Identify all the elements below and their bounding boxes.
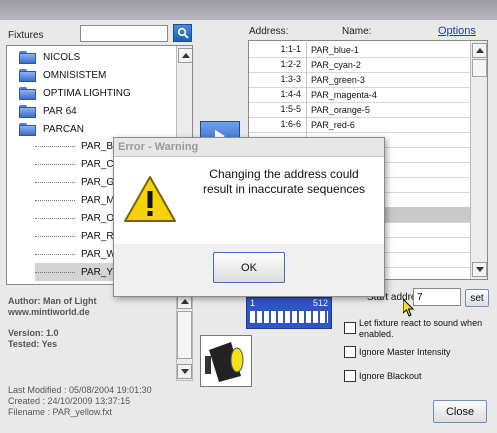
fixtures-label: Fixtures	[8, 30, 44, 41]
chevron-down-icon	[475, 267, 484, 272]
scroll-down-button[interactable]	[472, 262, 487, 277]
set-button[interactable]: set	[465, 289, 489, 307]
tree-item[interactable]: PAR_MA	[35, 191, 125, 209]
folder-icon	[19, 87, 36, 100]
tree-folder-par-64[interactable]: PAR 64	[19, 103, 77, 120]
search-icon	[177, 27, 189, 39]
modified-text: Last Modified : 05/08/2004 19:01:30	[8, 385, 152, 395]
options-link[interactable]: Options	[438, 25, 476, 37]
scroll-up-button[interactable]	[472, 43, 487, 58]
address-row[interactable]: 1:4-4 PAR_magenta-4	[249, 87, 470, 103]
folder-icon	[19, 105, 36, 118]
folder-open-icon	[19, 123, 36, 136]
scroll-down-button[interactable]	[177, 364, 192, 379]
start-address-input[interactable]	[413, 288, 461, 306]
scroll-up-button[interactable]	[178, 48, 192, 63]
tree-item[interactable]: PAR_RE	[35, 227, 125, 245]
dialog-body: Changing the address could result in ina…	[114, 157, 384, 244]
chevron-down-icon	[180, 369, 189, 374]
warning-icon	[124, 176, 176, 222]
scroll-thumb[interactable]	[472, 59, 487, 77]
tree-item[interactable]: PAR_BL	[35, 137, 125, 155]
dialog-message: Changing the address could result in ina…	[202, 167, 366, 196]
dmx-start-label: 1	[250, 298, 256, 308]
tree-item[interactable]: PAR_CY	[35, 155, 125, 173]
author-text: Author: Man of Light	[8, 296, 97, 306]
tree-item[interactable]: PAR_WH	[35, 245, 125, 263]
address-row[interactable]: 1:1-1 PAR_blue-1	[249, 42, 470, 58]
filename-text: Filename : PAR_yellow.fxt	[8, 407, 112, 417]
par-can-icon	[205, 342, 244, 382]
tree-folder-label: OPTIMA LIGHTING	[43, 88, 131, 99]
tree-folder-nicols[interactable]: NICOLS	[19, 49, 80, 66]
ignore-blackout-checkbox[interactable]	[344, 370, 356, 382]
ok-button[interactable]: OK	[213, 252, 285, 283]
fixture-info: Author: Man of Light www.mintiworld.de V…	[8, 296, 96, 350]
fixture-preview	[200, 335, 252, 387]
address-row[interactable]: 1:3-3 PAR_green-3	[249, 72, 470, 88]
tree-folder-label: NICOLS	[43, 52, 81, 63]
website-text: www.mintiworld.de	[8, 307, 90, 317]
tree-folder-parcan[interactable]: PARCAN	[19, 121, 84, 138]
version-text: Version: 1.0	[8, 328, 59, 338]
folder-icon	[19, 69, 36, 82]
tree-folder-optima-lighting[interactable]: OPTIMA LIGHTING	[19, 85, 131, 102]
address-label: Address:	[249, 26, 289, 37]
ignore-master-checkbox[interactable]	[344, 346, 356, 358]
info-scrollbar[interactable]	[176, 292, 193, 381]
address-row[interactable]: 1:2-2 PAR_cyan-2	[249, 57, 470, 73]
tree-folder-label: OMNISISTEM	[43, 70, 107, 81]
tree-folder-label: PARCAN	[43, 124, 84, 135]
tree-item[interactable]: PAR_GR	[35, 173, 125, 191]
dmx-channel-bar[interactable]: 1 512	[246, 297, 332, 329]
address-row[interactable]: 1:5-5 PAR_orange-5	[249, 102, 470, 118]
ignore-blackout-label: Ignore Blackout	[359, 371, 422, 381]
chevron-up-icon	[181, 53, 190, 58]
warning-dialog: Error - Warning Changing the address cou…	[113, 137, 385, 297]
dialog-title: Error - Warning	[118, 141, 199, 153]
close-button[interactable]: Close	[433, 400, 487, 423]
sound-react-label: Let fixture react to sound when enabled.	[359, 318, 483, 339]
sound-react-checkbox[interactable]	[344, 322, 356, 334]
tree-folder-label: PAR 64	[43, 106, 77, 117]
tree-item[interactable]: PAR_OR	[35, 209, 125, 227]
ignore-master-label: Ignore Master Intensity	[359, 347, 451, 357]
scroll-thumb[interactable]	[177, 311, 192, 359]
mouse-pointer-icon	[403, 299, 415, 317]
fixture-search-input[interactable]	[80, 25, 168, 42]
tree-folder-omnisistem[interactable]: OMNISISTEM	[19, 67, 106, 84]
tested-text: Tested: Yes	[8, 339, 58, 349]
name-label: Name:	[342, 26, 372, 37]
dialog-titlebar: Error - Warning	[114, 138, 384, 157]
dmx-slots	[250, 311, 328, 323]
dmx-end-label: 512	[312, 298, 328, 308]
window-titlebar	[0, 0, 497, 20]
search-button[interactable]	[173, 24, 192, 42]
tree-item-selected[interactable]: PAR_YE	[35, 263, 125, 281]
file-info: Last Modified : 05/08/2004 19:01:30 Crea…	[8, 385, 152, 418]
address-scrollbar[interactable]	[470, 41, 487, 279]
created-text: Created : 24/10/2009 13:37:15	[8, 396, 131, 406]
address-row[interactable]: 1:6-6 PAR_red-6	[249, 117, 470, 133]
chevron-up-icon	[180, 299, 189, 304]
chevron-up-icon	[475, 48, 484, 53]
folder-icon	[19, 51, 36, 64]
